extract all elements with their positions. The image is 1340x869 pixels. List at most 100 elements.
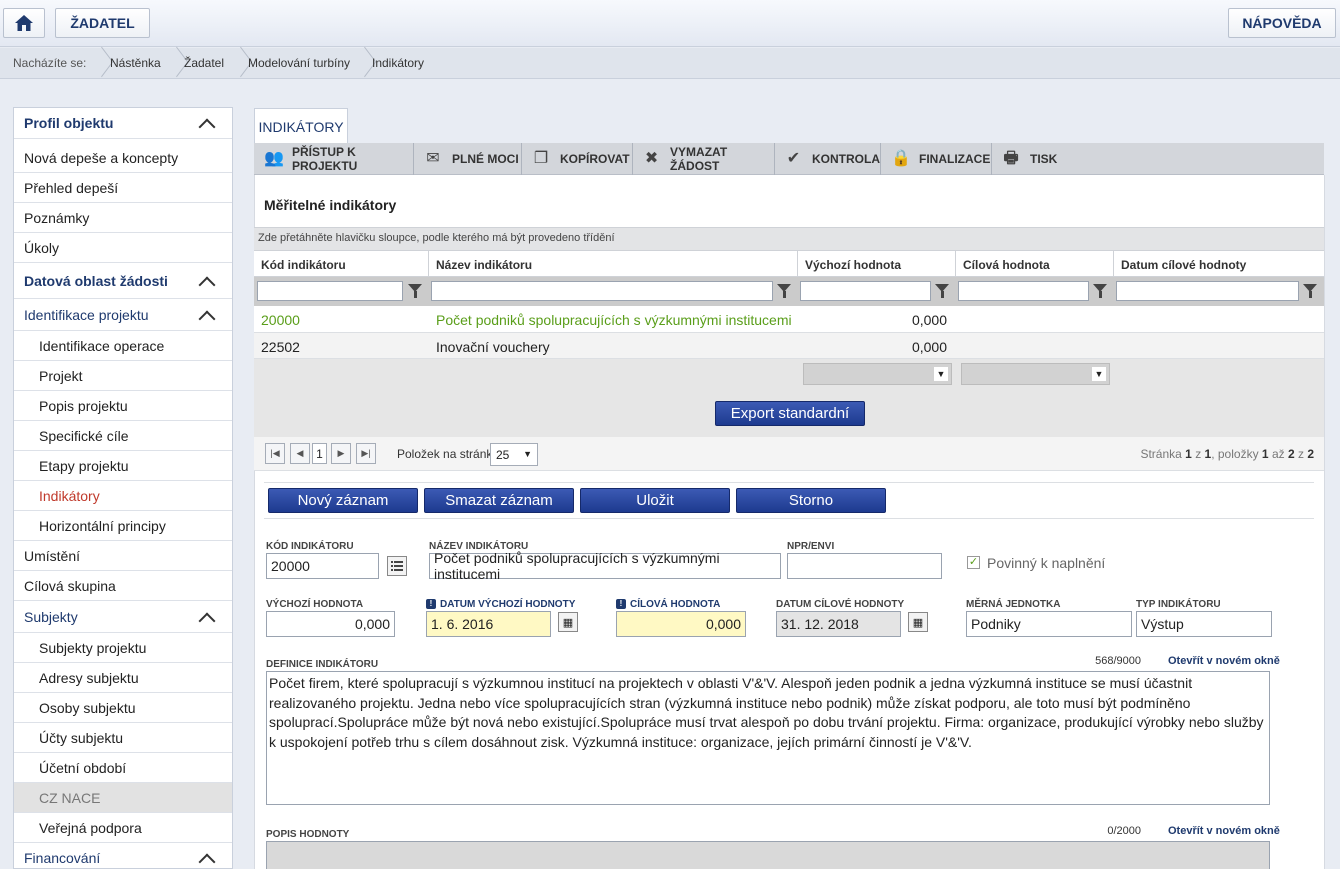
sidebar-item-indikatory[interactable]: Indikátory [14,481,232,511]
printer-icon: 🖶 [1003,150,1019,167]
sidebar-item-identifikace-operace[interactable]: Identifikace operace [14,331,232,361]
column-header-vychozi[interactable]: Výchozí hodnota [805,258,901,272]
new-record-button[interactable]: Nový záznam [268,488,418,513]
sidebar-section-financovani[interactable]: Financování [14,843,232,868]
column-header-datum[interactable]: Datum cílové hodnoty [1121,258,1246,272]
breadcrumb-item-nastenka[interactable]: Nástěnka [110,48,161,79]
sidebar-item-ukoly[interactable]: Úkoly [14,233,232,263]
last-page-button[interactable]: ▶| [356,443,376,464]
sidebar-item-label: Poznámky [24,209,90,226]
sidebar-item-popis-projektu[interactable]: Popis projektu [14,391,232,421]
filter-icon[interactable] [1303,284,1317,298]
home-button[interactable] [3,8,45,38]
cilova-field[interactable]: 0,000 [616,611,746,637]
popis-textarea[interactable] [266,841,1270,869]
calendar-icon[interactable]: ▦ [558,612,578,632]
sidebar-item-label: Nová depeše a koncepty [24,149,179,166]
sidebar-section-datova-oblast[interactable]: Datová oblast žádosti [14,263,232,299]
access-button[interactable]: 👥 PŘÍSTUP K PROJEKTU [254,143,414,175]
table-row[interactable]: 20000 Počet podniků spolupracujících s v… [254,306,1324,333]
check-button[interactable]: ✔ KONTROLA [775,143,881,175]
aggregate-select[interactable]: ▼ [961,363,1110,385]
sidebar-item-label: Přehled depeší [24,179,119,196]
breadcrumb-item-project[interactable]: Modelování turbíny [248,48,350,79]
finalize-button[interactable]: 🔒 FINALIZACE [881,143,992,175]
per-page-select[interactable]: 25 ▼ [490,443,538,466]
list-picker-button[interactable] [387,556,407,576]
sidebar-item-subjekty-projektu[interactable]: Subjekty projektu [14,633,232,663]
sidebar-item-adresy-subjektu[interactable]: Adresy subjektu [14,663,232,693]
sidebar-item-label: CZ NACE [39,789,101,806]
breadcrumb-prefix: Nacházíte se: [13,56,87,70]
sidebar-item-ucty-subjektu[interactable]: Účty subjektu [14,723,232,753]
nazev-field[interactable]: Počet podniků spolupracujících s výzkumn… [429,550,781,582]
save-button[interactable]: Uložit [580,488,730,513]
povinny-checkbox[interactable]: ✓ [967,556,980,569]
calendar-icon[interactable]: ▦ [908,612,928,632]
delete-application-button[interactable]: ✖ VYMAZAT ŽÁDOST [633,143,775,175]
zadatel-button[interactable]: ŽADATEL [55,8,150,38]
filter-icon[interactable] [408,284,422,298]
sidebar-item-osoby-subjektu[interactable]: Osoby subjektu [14,693,232,723]
breadcrumb-item-zadatel[interactable]: Žadatel [184,48,224,79]
typ-field[interactable]: Výstup [1136,611,1272,637]
cancel-button[interactable]: Storno [736,488,886,513]
filter-input-cilova[interactable] [958,281,1089,301]
kod-field[interactable]: 20000 [266,553,379,579]
required-icon: ! [616,599,626,610]
table-row[interactable]: 22502 Inovační vouchery 0,000 [254,333,1324,359]
npr-label: NPR/ENVI [787,541,835,552]
sidebar-section-profil[interactable]: Profil objektu [14,108,232,139]
column-header-kod[interactable]: Kód indikátoru [261,258,346,272]
datum-vychozi-field[interactable]: 1. 6. 2016 [426,611,551,637]
sidebar-item-prehled-depesi[interactable]: Přehled depeší [14,173,232,203]
sidebar-item-projekt[interactable]: Projekt [14,361,232,391]
vychozi-field[interactable]: 0,000 [266,611,395,637]
divider [264,482,1314,483]
sidebar-item-poznamky[interactable]: Poznámky [14,203,232,233]
sidebar-item-etapy-projektu[interactable]: Etapy projektu [14,451,232,481]
sidebar-item-umisteni[interactable]: Umístění [14,541,232,571]
delete-record-button[interactable]: Smazat záznam [424,488,574,513]
export-button[interactable]: Export standardní [715,401,865,426]
current-page[interactable]: 1 [312,443,327,464]
sidebar-item-ucetni-obdobi[interactable]: Účetní období [14,753,232,783]
filter-icon[interactable] [935,284,949,298]
sidebar-item-specificke-cile[interactable]: Specifické cíle [14,421,232,451]
aggregate-select[interactable]: ▼ [803,363,952,385]
filter-input-datum[interactable] [1116,281,1299,301]
column-header-cilova[interactable]: Cílová hodnota [963,258,1050,272]
prev-page-button[interactable]: ◀ [290,443,310,464]
lock-icon: 🔒 [891,150,911,167]
print-button[interactable]: 🖶 TISK [992,143,1062,175]
filter-input-nazev[interactable] [431,281,773,301]
power-of-attorney-button[interactable]: ✉ PLNÉ MOCI [414,143,522,175]
definice-textarea[interactable]: Počet firem, které spolupracují s výzkum… [266,671,1270,805]
open-new-window-link[interactable]: Otevřít v novém okně [1168,655,1280,667]
home-icon [15,15,33,31]
next-page-button[interactable]: ▶ [331,443,351,464]
sidebar-item-verejna-podpora[interactable]: Veřejná podpora [14,813,232,843]
filter-input-vychozi[interactable] [800,281,931,301]
sidebar-section-subjekty[interactable]: Subjekty [14,601,232,633]
npr-field[interactable] [787,553,942,579]
sidebar-item-cz-nace: CZ NACE [14,783,232,813]
datum-cilove-field[interactable]: 31. 12. 2018 [776,611,901,637]
first-page-button[interactable]: |◀ [265,443,285,464]
sidebar-item-nova-depese[interactable]: Nová depeše a koncepty [14,143,232,173]
cell-code: 20000 [261,312,300,328]
section-title: Měřitelné indikátory [264,197,397,213]
filter-input-kod[interactable] [257,281,403,301]
open-new-window-link[interactable]: Otevřít v novém okně [1168,825,1280,837]
filter-icon[interactable] [1093,284,1107,298]
copy-button[interactable]: ❐ KOPÍROVAT [522,143,633,175]
merna-field[interactable]: Podniky [966,611,1132,637]
filter-icon[interactable] [777,284,791,298]
sidebar-item-label: Umístění [24,547,81,564]
help-button[interactable]: NÁPOVĚDA [1228,8,1336,38]
column-header-nazev[interactable]: Název indikátoru [436,258,532,272]
tab-indikatory[interactable]: INDIKÁTORY [254,108,348,144]
sidebar-item-horizontalni-principy[interactable]: Horizontální principy [14,511,232,541]
sidebar-item-cilova-skupina[interactable]: Cílová skupina [14,571,232,601]
sidebar-section-identifikace-projektu[interactable]: Identifikace projektu [14,299,232,331]
